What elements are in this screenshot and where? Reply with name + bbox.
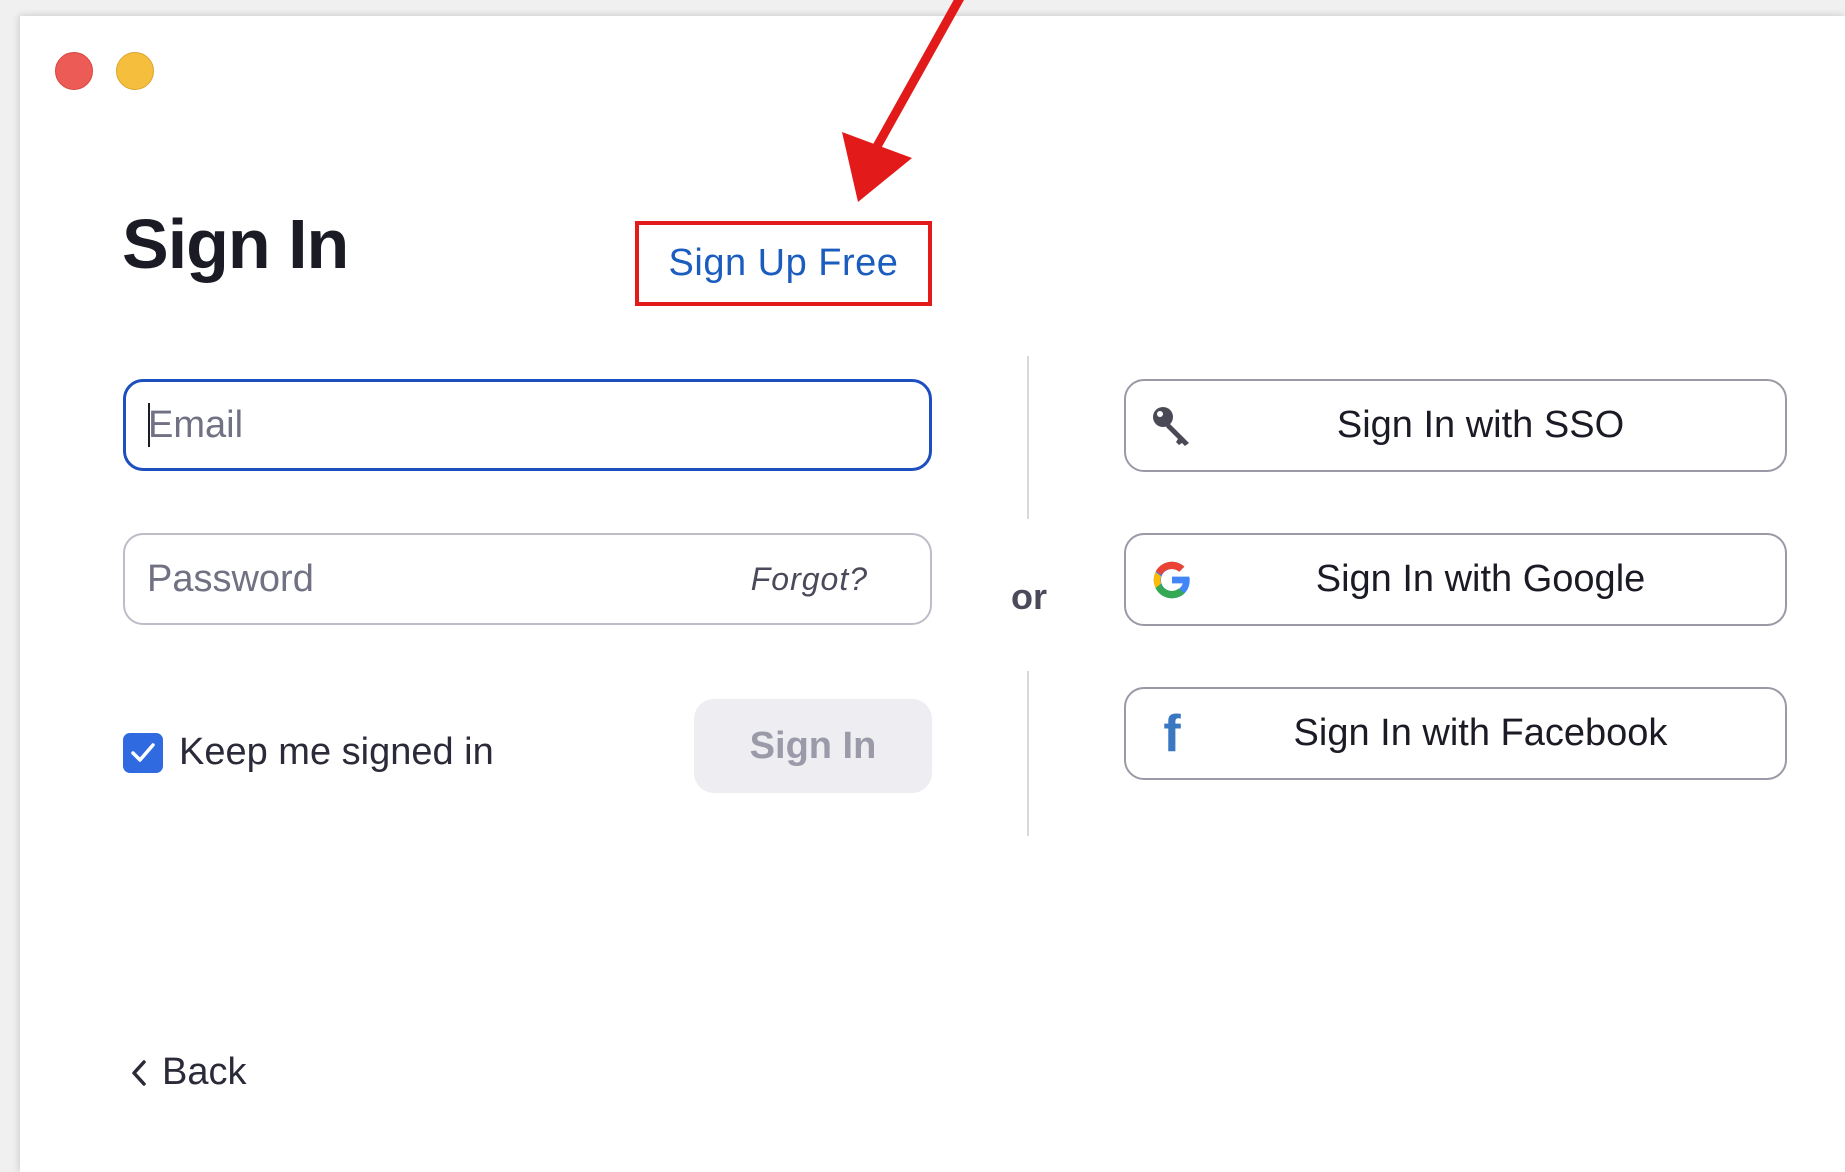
annotation-arrow bbox=[842, 0, 964, 202]
or-separator: or bbox=[1011, 576, 1047, 617]
back-button[interactable]: Back bbox=[130, 1051, 246, 1094]
window-close-button[interactable] bbox=[55, 52, 93, 90]
signup-link[interactable]: Sign Up Free bbox=[669, 242, 899, 285]
signin-button[interactable]: Sign In bbox=[694, 699, 932, 793]
divider-bottom bbox=[1027, 671, 1029, 836]
signin-facebook-label: Sign In with Facebook bbox=[1293, 712, 1668, 754]
signup-highlight-box: Sign Up Free bbox=[635, 221, 932, 306]
signin-google-label: Sign In with Google bbox=[1315, 558, 1646, 600]
google-icon bbox=[1148, 556, 1196, 604]
facebook-icon: f bbox=[1163, 704, 1181, 763]
forgot-password-link[interactable]: Forgot? bbox=[751, 561, 908, 598]
password-field[interactable]: Password Forgot? bbox=[123, 533, 932, 625]
keep-signed-in-checkbox[interactable] bbox=[123, 732, 163, 773]
signin-google-button[interactable]: Sign In with Google bbox=[1124, 533, 1787, 626]
signin-sso-label: Sign In with SSO bbox=[1336, 404, 1625, 446]
checkmark-icon bbox=[131, 742, 155, 762]
signin-sso-button[interactable]: Sign In with SSO bbox=[1124, 379, 1787, 472]
password-placeholder: Password bbox=[147, 557, 314, 600]
keep-signed-in[interactable]: Keep me signed in bbox=[123, 731, 494, 774]
email-field[interactable]: Email bbox=[123, 379, 932, 471]
page-title: Sign In bbox=[122, 205, 349, 283]
email-placeholder: Email bbox=[148, 403, 244, 446]
keep-signed-in-label: Keep me signed in bbox=[179, 731, 494, 773]
chevron-left-icon bbox=[132, 1059, 146, 1086]
key-icon bbox=[1148, 402, 1196, 450]
divider-top bbox=[1027, 356, 1029, 519]
window-minimize-button[interactable] bbox=[116, 52, 154, 90]
signin-facebook-button[interactable]: f Sign In with Facebook bbox=[1124, 687, 1787, 780]
back-label: Back bbox=[162, 1051, 247, 1093]
